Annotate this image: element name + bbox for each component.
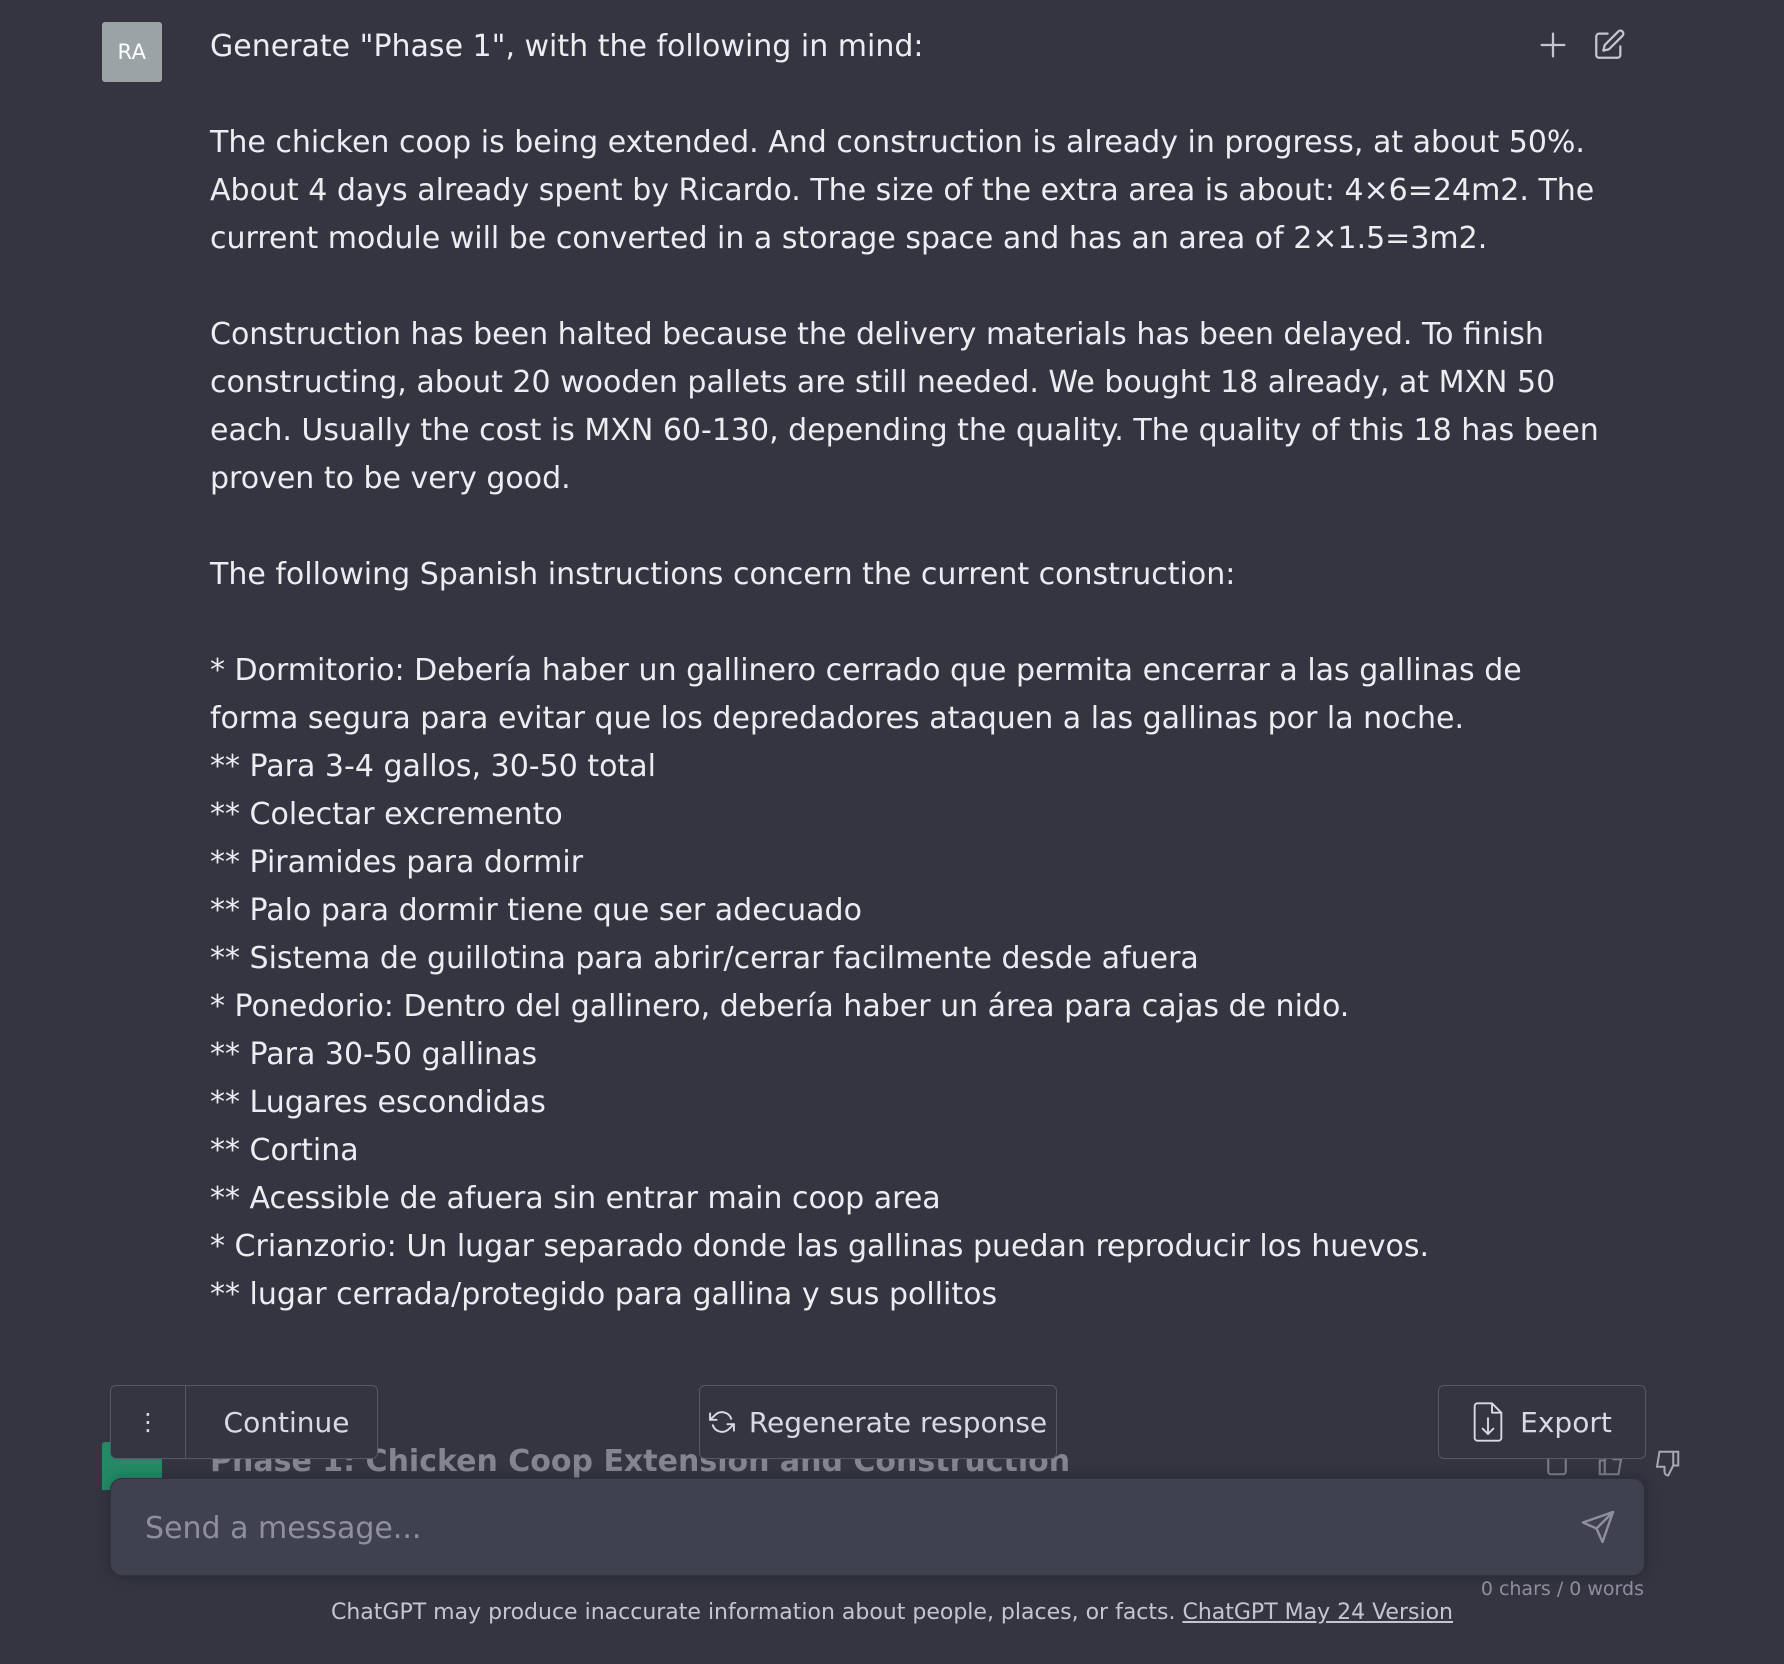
- message-line: The following Spanish instructions conce…: [210, 557, 1236, 592]
- send-icon[interactable]: [1580, 1509, 1616, 1545]
- char-word-counter: 0 chars / 0 words: [1480, 1578, 1644, 1600]
- message-line: ** Acessible de afuera sin entrar main c…: [210, 1181, 941, 1216]
- message-line: * Dormitorio: Debería haber un gallinero…: [210, 653, 1522, 688]
- message-line: constructing, about 20 wooden pallets ar…: [210, 365, 1556, 400]
- continue-button[interactable]: Continue: [186, 1406, 377, 1439]
- version-link[interactable]: ChatGPT May 24 Version: [1182, 1600, 1453, 1625]
- message-line: ** Palo para dormir tiene que ser adecua…: [210, 893, 862, 928]
- message-line: ** Sistema de guillotina para abrir/cerr…: [210, 941, 1199, 976]
- message-line: ** Lugares escondidas: [210, 1085, 546, 1120]
- message-line: each. Usually the cost is MXN 60-130, de…: [210, 413, 1599, 448]
- message-line: ** Cortina: [210, 1133, 359, 1168]
- user-avatar: RA: [102, 22, 162, 82]
- message-line: forma segura para evitar que los depreda…: [210, 701, 1464, 736]
- thumbs-down-icon[interactable]: [1652, 1448, 1682, 1478]
- avatar-initials: RA: [117, 40, 147, 64]
- chat-page: RA Generate "Phase 1", with the followin…: [0, 0, 1784, 1664]
- continue-button-group: ⋮ Continue: [110, 1385, 378, 1459]
- message-line: The chicken coop is being extended. And …: [210, 125, 1585, 160]
- footer-disclaimer: ChatGPT may produce inaccurate informati…: [0, 1600, 1784, 1625]
- user-message: Generate "Phase 1", with the following i…: [210, 23, 1599, 1319]
- message-line: Construction has been halted because the…: [210, 317, 1544, 352]
- message-actions: [1536, 28, 1626, 62]
- plus-icon[interactable]: [1536, 28, 1570, 62]
- regenerate-label: Regenerate response: [748, 1405, 1048, 1439]
- message-line: ** lugar cerrada/protegido para gallina …: [210, 1277, 998, 1312]
- message-line: ** Piramides para dormir: [210, 845, 584, 880]
- message-line: ** Para 30-50 gallinas: [210, 1037, 538, 1072]
- footer-text: ChatGPT may produce inaccurate informati…: [330, 1600, 1183, 1625]
- message-input[interactable]: [143, 1501, 1547, 1555]
- regenerate-response-button[interactable]: Regenerate response: [699, 1385, 1057, 1459]
- message-line: * Ponedorio: Dentro del gallinero, deber…: [210, 989, 1350, 1024]
- message-line: Generate "Phase 1", with the following i…: [210, 29, 924, 64]
- message-line: ** Para 3-4 gallos, 30-50 total: [210, 749, 656, 784]
- message-line: ** Colectar excremento: [210, 797, 563, 832]
- edit-icon[interactable]: [1592, 28, 1626, 62]
- message-line: About 4 days already spent by Ricardo. T…: [210, 173, 1595, 208]
- message-line: current module will be converted in a st…: [210, 221, 1488, 256]
- message-composer: [110, 1478, 1645, 1576]
- more-options-button[interactable]: ⋮: [111, 1386, 186, 1458]
- export-button[interactable]: Export: [1438, 1385, 1646, 1459]
- export-label: Export: [1520, 1405, 1612, 1439]
- file-download-icon: [1473, 1402, 1503, 1442]
- message-line: proven to be very good.: [210, 461, 571, 496]
- refresh-icon: [708, 1411, 735, 1433]
- message-line: * Crianzorio: Un lugar separado donde la…: [210, 1229, 1430, 1264]
